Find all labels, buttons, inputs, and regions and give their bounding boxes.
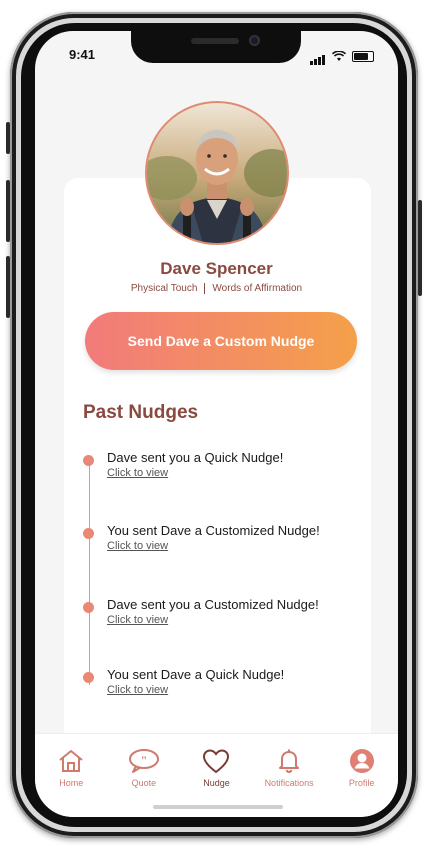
love-language-tag: Physical Touch bbox=[130, 283, 198, 295]
click-to-view-link[interactable]: Click to view bbox=[107, 684, 168, 696]
power-button bbox=[418, 200, 422, 296]
avatar-photo bbox=[147, 103, 287, 243]
wifi-icon bbox=[332, 50, 346, 61]
tab-label: Home bbox=[59, 778, 84, 788]
mute-switch bbox=[6, 122, 10, 154]
timeline-line bbox=[89, 465, 90, 685]
tab-label: Profile bbox=[348, 778, 375, 788]
past-nudges-title: Past Nudges bbox=[83, 402, 199, 423]
avatar[interactable] bbox=[145, 101, 289, 245]
signal-icon bbox=[310, 47, 326, 65]
timeline-dot bbox=[83, 602, 94, 613]
timeline-dot bbox=[83, 528, 94, 539]
home-icon bbox=[59, 750, 83, 772]
app-screen: 9:41 Dave Spencer Physical Touch Words o… bbox=[35, 31, 398, 817]
quote-icon: " bbox=[128, 749, 159, 773]
timeline-dot bbox=[83, 672, 94, 683]
tab-label: Quote bbox=[131, 778, 157, 788]
svg-text:": " bbox=[141, 753, 148, 767]
nudge-text: You sent Dave a Customized Nudge! bbox=[107, 523, 320, 538]
volume-down-button bbox=[6, 256, 10, 318]
tab-label: Nudge bbox=[203, 778, 230, 788]
status-icons bbox=[310, 47, 374, 65]
click-to-view-link[interactable]: Click to view bbox=[107, 467, 168, 479]
tab-label: Notifications bbox=[264, 778, 314, 788]
bell-icon bbox=[279, 749, 300, 774]
battery-icon bbox=[352, 50, 374, 62]
click-to-view-link[interactable]: Click to view bbox=[107, 540, 168, 552]
profile-name: Dave Spencer bbox=[160, 259, 273, 278]
nudge-text: Dave sent you a Customized Nudge! bbox=[107, 597, 319, 612]
speaker bbox=[191, 38, 239, 44]
heart-icon bbox=[203, 749, 230, 774]
profile-icon bbox=[349, 749, 374, 773]
love-languages: Physical Touch Words of Affirmation bbox=[35, 283, 398, 294]
status-time: 9:41 bbox=[69, 47, 96, 62]
timeline-dot bbox=[83, 455, 94, 466]
tab-profile[interactable]: Profile bbox=[329, 748, 395, 817]
love-language-tag: Words of Affirmation bbox=[212, 283, 303, 295]
nudge-text: You sent Dave a Quick Nudge! bbox=[107, 667, 285, 682]
front-camera bbox=[249, 35, 260, 46]
home-indicator bbox=[153, 805, 283, 809]
click-to-view-link[interactable]: Click to view bbox=[107, 614, 168, 626]
send-custom-nudge-button[interactable]: Send Dave a Custom Nudge bbox=[85, 312, 357, 370]
volume-up-button bbox=[6, 180, 10, 242]
nudge-text: Dave sent you a Quick Nudge! bbox=[107, 450, 284, 465]
divider bbox=[204, 283, 206, 294]
tab-home[interactable]: Home bbox=[38, 748, 104, 817]
notch bbox=[131, 31, 301, 63]
